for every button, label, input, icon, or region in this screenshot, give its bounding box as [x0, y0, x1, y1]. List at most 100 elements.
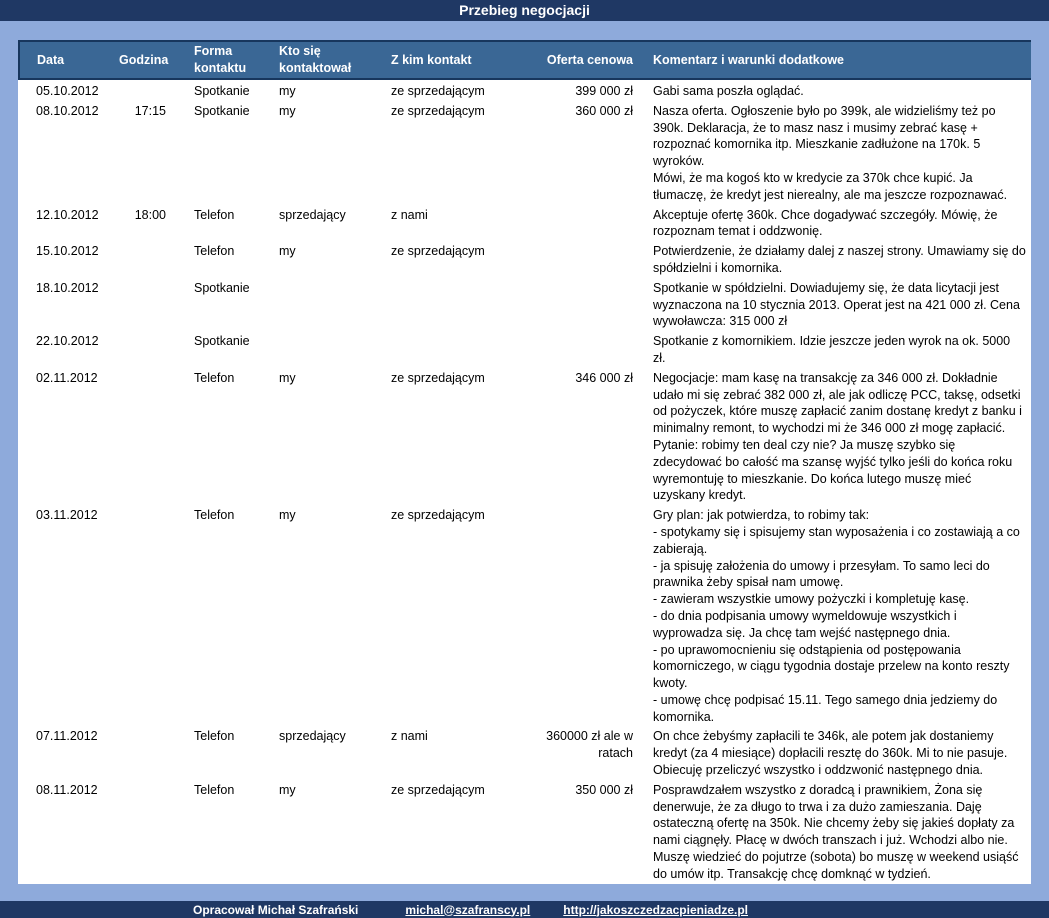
cell-time — [119, 277, 177, 330]
table-row: 02.11.2012 Telefonmyze sprzedającym346 00… — [19, 367, 1031, 504]
cell-price-offer: 360 000 zł — [531, 100, 635, 204]
cell-contact-with: z nami — [381, 883, 531, 884]
negotiation-table: Data Godzina Forma kontaktu Kto się kont… — [18, 40, 1031, 884]
cell-price-offer — [531, 504, 635, 725]
cell-time — [119, 504, 177, 725]
col-header-who-contacted: Kto się kontaktował — [269, 41, 381, 79]
cell-time — [119, 79, 177, 100]
table-body: 05.10.2012Spotkaniemyze sprzedającym399 … — [19, 79, 1031, 884]
cell-price-offer — [531, 204, 635, 241]
cell-contact-form: Telefon — [177, 504, 269, 725]
cell-who-contacted: sprzedający — [269, 725, 381, 778]
cell-date: 08.10.2012 — [19, 100, 119, 204]
cell-contact-with — [381, 277, 531, 330]
col-header-contact-with: Z kim kontakt — [381, 41, 531, 79]
cell-date: 03.11.2012 — [19, 504, 119, 725]
table-row: 05.10.2012 Spotkaniemyze sprzedającym399 … — [19, 79, 1031, 100]
cell-comment: Spotkanie w spółdzielni. Dowiadujemy się… — [635, 277, 1031, 330]
cell-comment: Gry plan: jak potwierdza, to robimy tak:… — [635, 504, 1031, 725]
cell-comment: Gabi sama poszła oglądać. — [635, 79, 1031, 100]
cell-who-contacted: my — [269, 240, 381, 277]
cell-contact-with: z nami — [381, 725, 531, 778]
cell-contact-with: ze sprzedającym — [381, 779, 531, 883]
cell-contact-with: ze sprzedającym — [381, 504, 531, 725]
cell-comment: No udało mi się jeszcze 2000 zł skołować… — [635, 883, 1031, 884]
col-header-contact-form: Forma kontaktu — [177, 41, 269, 79]
table-row: 03.11.2012 Telefonmyze sprzedającym Gry pl… — [19, 504, 1031, 725]
cell-who-contacted — [269, 277, 381, 330]
cell-comment: Nasza oferta. Ogłoszenie było po 399k, a… — [635, 100, 1031, 204]
cell-comment: Akceptuje ofertę 360k. Chce dogadywać sz… — [635, 204, 1031, 241]
cell-who-contacted: my — [269, 367, 381, 504]
cell-contact-with: ze sprzedającym — [381, 240, 531, 277]
table-row: 15.10.2012 Telefonmyze sprzedającym Potwie… — [19, 240, 1031, 277]
cell-date: 18.10.2012 — [19, 277, 119, 330]
cell-price-offer — [531, 240, 635, 277]
table-row: 22.10.2012 Spotkanie Spotkanie z komorniki… — [19, 330, 1031, 367]
cell-contact-form: Spotkanie — [177, 100, 269, 204]
cell-price-offer — [531, 277, 635, 330]
table-row: 18.10.2012 Spotkanie Spotkanie w spółdziel… — [19, 277, 1031, 330]
cell-date: 12.10.2012 — [19, 204, 119, 241]
cell-contact-form: Telefon — [177, 367, 269, 504]
negotiation-table-area: Data Godzina Forma kontaktu Kto się kont… — [18, 40, 1031, 884]
cell-price-offer: 352 000 zł — [531, 883, 635, 884]
cell-date: 05.10.2012 — [19, 79, 119, 100]
cell-time — [119, 725, 177, 778]
col-header-date: Data — [19, 41, 119, 79]
table-row: 07.11.2012 Telefonsprzedającyz nami360000… — [19, 725, 1031, 778]
footer-bar: Opracował Michał Szafrański michal@szafr… — [0, 901, 1049, 918]
cell-date: 02.11.2012 — [19, 367, 119, 504]
cell-who-contacted: my — [269, 779, 381, 883]
table-header: Data Godzina Forma kontaktu Kto się kont… — [19, 41, 1031, 79]
cell-date: 15.10.2012 — [19, 240, 119, 277]
cell-who-contacted: my — [269, 79, 381, 100]
cell-who-contacted — [269, 330, 381, 367]
cell-contact-form: Telefon — [177, 204, 269, 241]
cell-contact-with — [381, 330, 531, 367]
cell-price-offer: 399 000 zł — [531, 79, 635, 100]
cell-contact-form: Telefon — [177, 779, 269, 883]
col-header-comment: Komentarz i warunki dodatkowe — [635, 41, 1031, 79]
table-row: 09.11.2012 Telefonsprzedającyz nami352 00… — [19, 883, 1031, 884]
cell-comment: On chce żebyśmy zapłacili te 346k, ale p… — [635, 725, 1031, 778]
footer-website-link[interactable]: http://jakoszczedzacpieniadze.pl — [563, 903, 748, 917]
cell-time — [119, 367, 177, 504]
table-header-row: Data Godzina Forma kontaktu Kto się kont… — [19, 41, 1031, 79]
cell-price-offer: 346 000 zł — [531, 367, 635, 504]
page-title: Przebieg negocjacji — [459, 2, 590, 18]
cell-contact-form: Telefon — [177, 240, 269, 277]
cell-contact-with: ze sprzedającym — [381, 100, 531, 204]
cell-time — [119, 779, 177, 883]
footer-email-link[interactable]: michal@szafranscy.pl — [405, 903, 530, 917]
cell-who-contacted: my — [269, 504, 381, 725]
cell-date: 09.11.2012 — [19, 883, 119, 884]
cell-contact-form: Spotkanie — [177, 79, 269, 100]
cell-time — [119, 883, 177, 884]
cell-comment: Posprawdzałem wszystko z doradcą i prawn… — [635, 779, 1031, 883]
cell-contact-with: z nami — [381, 204, 531, 241]
cell-contact-with: ze sprzedającym — [381, 79, 531, 100]
cell-price-offer — [531, 330, 635, 367]
cell-contact-form: Spotkanie — [177, 277, 269, 330]
cell-contact-form: Telefon — [177, 883, 269, 884]
cell-time — [119, 330, 177, 367]
cell-contact-with: ze sprzedającym — [381, 367, 531, 504]
cell-date: 22.10.2012 — [19, 330, 119, 367]
footer-author: Opracował Michał Szafrański — [193, 903, 358, 917]
cell-who-contacted: sprzedający — [269, 883, 381, 884]
cell-comment: Negocjacje: mam kasę na transakcję za 34… — [635, 367, 1031, 504]
cell-comment: Spotkanie z komornikiem. Idzie jeszcze j… — [635, 330, 1031, 367]
cell-comment: Potwierdzenie, że działamy dalej z nasze… — [635, 240, 1031, 277]
cell-time: 18:00 — [119, 204, 177, 241]
cell-price-offer: 350 000 zł — [531, 779, 635, 883]
cell-price-offer: 360000 zł ale w ratach — [531, 725, 635, 778]
table-row: 12.10.201218:00Telefonsprzedającyz nami A… — [19, 204, 1031, 241]
table-row: 08.11.2012Telefonmyze sprzedającym350 00… — [19, 779, 1031, 883]
table-row: 08.10.201217:15Spotkaniemyze sprzedający… — [19, 100, 1031, 204]
col-header-price-offer: Oferta cenowa — [531, 41, 635, 79]
cell-date: 07.11.2012 — [19, 725, 119, 778]
cell-contact-form: Spotkanie — [177, 330, 269, 367]
cell-who-contacted: sprzedający — [269, 204, 381, 241]
cell-contact-form: Telefon — [177, 725, 269, 778]
